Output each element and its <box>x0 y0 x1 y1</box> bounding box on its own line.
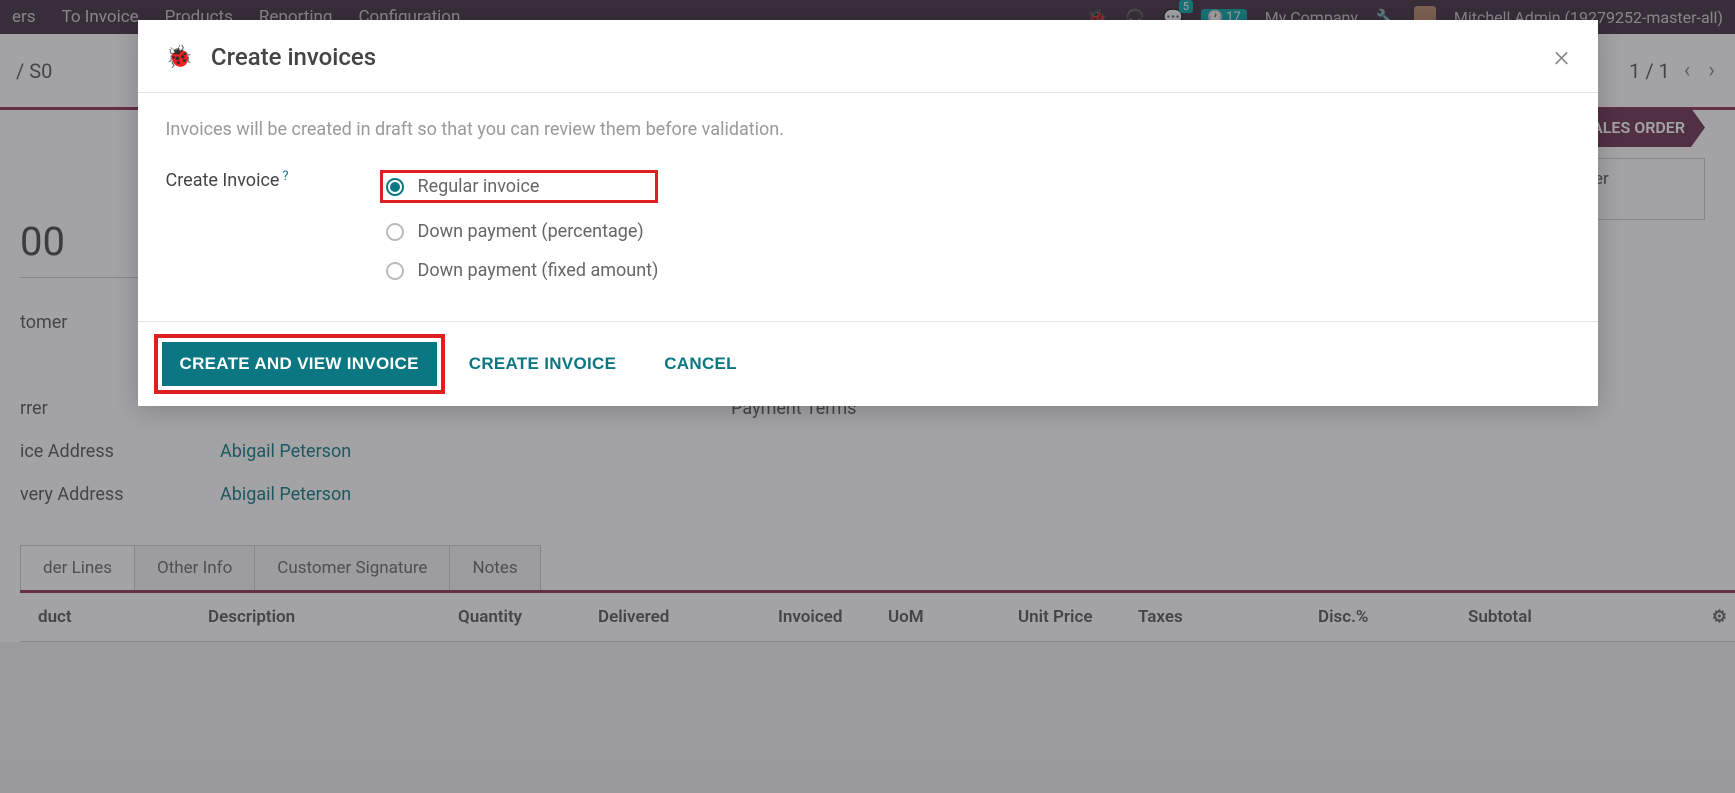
radio-dot-icon <box>386 178 404 196</box>
cancel-button[interactable]: CANCEL <box>648 342 753 386</box>
modal-hint: Invoices will be created in draft so tha… <box>166 119 1570 140</box>
create-invoices-dialog: 🐞 Create invoices × Invoices will be cre… <box>138 20 1598 406</box>
radio-down-payment-percentage[interactable]: Down payment (percentage) <box>386 221 659 242</box>
create-and-view-invoice-button[interactable]: CREATE AND VIEW INVOICE <box>162 342 437 386</box>
close-icon[interactable]: × <box>1554 42 1570 72</box>
modal-title: Create invoices <box>211 43 376 71</box>
create-invoice-label: Create Invoice? <box>166 170 386 281</box>
radio-regular-invoice[interactable]: Regular invoice <box>380 170 659 203</box>
radio-dot-icon <box>386 223 404 241</box>
bug-icon[interactable]: 🐞 <box>166 45 193 70</box>
create-invoice-button[interactable]: CREATE INVOICE <box>453 342 632 386</box>
radio-down-payment-fixed[interactable]: Down payment (fixed amount) <box>386 260 659 281</box>
radio-dot-icon <box>386 262 404 280</box>
modal-overlay: 🐞 Create invoices × Invoices will be cre… <box>0 0 1735 793</box>
help-icon[interactable]: ? <box>282 169 288 184</box>
